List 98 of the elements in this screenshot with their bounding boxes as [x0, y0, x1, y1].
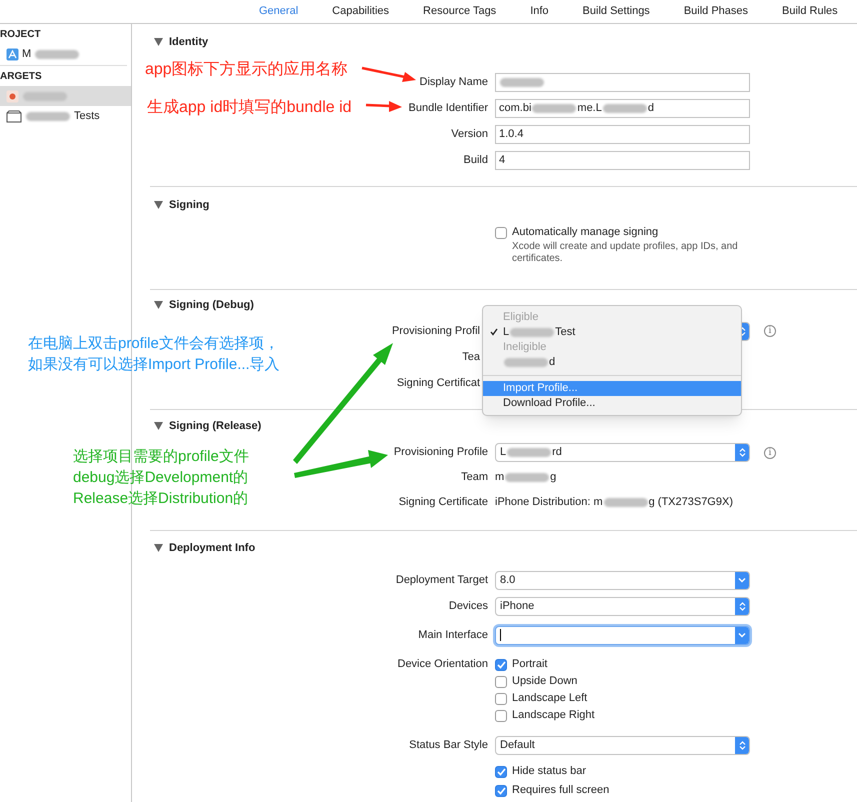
tab[interactable]: Build Settings: [582, 3, 650, 20]
field-label: Signing Certificate: [398, 495, 488, 510]
text-field[interactable]: com.bi me.L d: [495, 98, 750, 118]
field-label: Build: [464, 152, 488, 168]
annotation-text: debug选择Development的: [73, 468, 249, 488]
checkbox-label: Upside Down: [512, 674, 578, 690]
disclosure-triangle-icon[interactable]: [154, 201, 163, 209]
checkbox[interactable]: [495, 676, 507, 688]
popup-button[interactable]: iPhone: [495, 596, 750, 616]
menu-item[interactable]: Download Profile...: [483, 396, 741, 411]
checkbox[interactable]: [495, 692, 507, 704]
text-field[interactable]: 1.0.4: [495, 124, 750, 144]
text-field[interactable]: [495, 72, 750, 92]
field-label: Team: [461, 470, 488, 485]
field-label: Display Name: [420, 74, 488, 90]
disclosure-triangle-icon[interactable]: [154, 422, 163, 430]
blurred-text: [507, 448, 552, 457]
disclosure-triangle-icon[interactable]: [154, 544, 163, 552]
info-button[interactable]: i: [764, 325, 776, 337]
section-title: Signing (Debug): [169, 298, 254, 313]
checkmark-icon: [490, 328, 498, 336]
stepper-icon: [735, 598, 749, 614]
blurred-text: [500, 78, 544, 86]
blurred-text: [604, 498, 648, 507]
field-label: Version: [451, 126, 488, 142]
field-label: Device Orientation: [398, 657, 488, 672]
popup-button[interactable]: L rd: [495, 443, 750, 462]
annotation-text: 选择项目需要的profile文件: [73, 447, 249, 467]
field-value: iPhone Distribution: m g (TX273S7G9X): [495, 495, 733, 510]
annotation-text: Release选择Distribution的: [73, 489, 249, 509]
field-label: Bundle Identifier: [408, 100, 488, 116]
checkbox-label: Landscape Right: [512, 708, 595, 724]
app-icon: [6, 48, 19, 60]
blurred-text: [532, 104, 576, 112]
tab[interactable]: Resource Tags: [423, 3, 496, 20]
arrow: [362, 66, 416, 82]
menu-section-heading: Ineligible: [502, 340, 548, 355]
menu-item[interactable]: L Test: [483, 325, 741, 340]
checkbox-label: Landscape Left: [512, 691, 588, 706]
checkbox-label: Automatically manage signing: [512, 225, 658, 240]
checkbox-label: Hide status bar: [512, 764, 586, 780]
blurred-text: [35, 50, 80, 58]
chevron-down-icon: [735, 626, 749, 644]
annotation-text: app图标下方显示的应用名称: [145, 60, 348, 80]
disclosure-triangle-icon[interactable]: [154, 38, 163, 46]
tab[interactable]: Build Rules: [782, 3, 838, 20]
bundle-icon: [6, 110, 22, 122]
field-label: Provisioning Profil: [392, 324, 480, 338]
tab[interactable]: Info: [530, 3, 549, 20]
stepper-icon: [735, 736, 749, 754]
popup-button[interactable]: Default: [495, 736, 750, 754]
blurred-text: [504, 358, 548, 367]
checkbox[interactable]: [495, 226, 507, 238]
blurred-text: [26, 112, 70, 120]
checkbox-label: Portrait: [512, 657, 548, 672]
stepper-icon: [735, 444, 749, 461]
field-label: Tea: [462, 350, 480, 364]
info-button[interactable]: i: [764, 446, 776, 458]
menu-section-heading: Eligible: [502, 310, 540, 325]
field-label: Provisioning Profile: [394, 445, 488, 460]
section-title: Deployment Info: [169, 540, 256, 556]
sidebar-item[interactable]: M: [0, 44, 131, 64]
field-label: Main Interface: [418, 628, 488, 642]
menu-item[interactable]: d: [483, 355, 741, 370]
tab[interactable]: Capabilities: [332, 3, 390, 20]
section-title: Identity: [169, 34, 208, 50]
checkbox-label: Requires full screen: [512, 783, 610, 798]
field-label: Deployment Target: [396, 572, 488, 588]
checkbox[interactable]: [495, 766, 507, 778]
combo-box[interactable]: [495, 626, 750, 644]
chevron-down-icon: [735, 572, 749, 588]
arrow: [366, 101, 402, 112]
checkbox[interactable]: [495, 658, 507, 670]
annotation-text: 生成app id时填写的bundle id: [147, 98, 352, 118]
blurred-text: [505, 473, 550, 482]
section-title: Signing (Release): [169, 418, 262, 434]
checkbox[interactable]: [495, 710, 507, 722]
sidebar-heading: ROJECT: [0, 28, 42, 42]
blurred-text: [602, 104, 647, 112]
help-text: Xcode will create and update profiles, app IDs, and certificates.: [511, 241, 739, 265]
sidebar-heading: ARGETS: [0, 70, 43, 84]
section-title: Signing: [169, 198, 210, 213]
tab[interactable]: General: [259, 3, 298, 20]
text-field[interactable]: 4: [495, 150, 750, 170]
sidebar-item[interactable]: Tests: [0, 106, 131, 126]
combo-box[interactable]: 8.0: [495, 570, 750, 590]
tab[interactable]: Build Phases: [684, 3, 748, 20]
field-value: m g: [495, 470, 556, 485]
annotation-text: 在电脑上双击profile文件会有选择项，: [28, 334, 280, 354]
annotation-text: 如果没有可以选择Import Profile...导入: [28, 355, 280, 375]
checkbox[interactable]: [495, 784, 507, 796]
blurred-text: [510, 328, 554, 337]
field-label: Devices: [448, 598, 488, 614]
app-icon: [6, 90, 19, 102]
field-label: Status Bar Style: [409, 738, 488, 752]
blurred-text: [23, 92, 67, 100]
disclosure-triangle-icon[interactable]: [154, 301, 163, 309]
field-label: Signing Certificat: [396, 376, 480, 390]
